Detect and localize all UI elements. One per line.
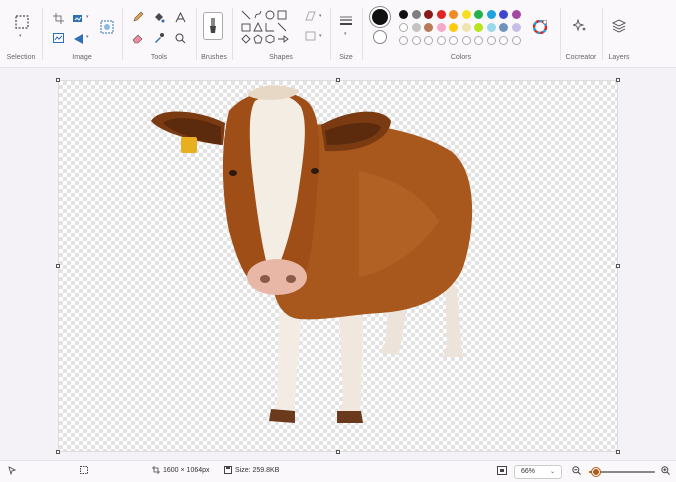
- palette-swatch[interactable]: [511, 10, 521, 19]
- zoom-in-icon[interactable]: [661, 466, 670, 475]
- drawing-canvas[interactable]: [58, 80, 618, 452]
- zoom-slider-thumb[interactable]: [591, 468, 600, 476]
- custom-color-slot[interactable]: [449, 36, 458, 45]
- palette-swatch[interactable]: [424, 10, 433, 19]
- palette-swatch[interactable]: [461, 23, 471, 32]
- brushes-group: Brushes: [197, 0, 231, 68]
- line-size-icon[interactable]: [338, 14, 354, 28]
- zoom-dropdown[interactable]: 66% ⌄: [514, 465, 562, 479]
- cow-image: [151, 85, 473, 423]
- group-label-layers: Layers: [608, 54, 630, 61]
- palette-swatch[interactable]: [411, 23, 421, 32]
- custom-color-slot[interactable]: [461, 36, 471, 45]
- palette-swatch[interactable]: [449, 10, 458, 19]
- zoom-out-icon[interactable]: [572, 466, 581, 475]
- shapes-gallery-icon[interactable]: [241, 10, 297, 44]
- canvas-size-indicator: 1600 × 1064px: [152, 466, 210, 474]
- shapes-group: ▾ ▾ Shapes: [233, 0, 329, 68]
- save-disk-icon: [224, 466, 232, 474]
- status-bar: 1600 × 1064px Size: 259.8KB 66% ⌄: [0, 460, 676, 482]
- custom-color-slot[interactable]: [436, 36, 446, 45]
- custom-color-slot[interactable]: [474, 36, 483, 45]
- edit-colors-icon[interactable]: [532, 19, 548, 35]
- pointer-position-icon: [8, 466, 16, 475]
- palette-swatch[interactable]: [511, 23, 521, 32]
- canvas-size-text: 1600 × 1064px: [163, 466, 210, 474]
- crop-icon[interactable]: [51, 11, 65, 25]
- selection-size-icon: [80, 466, 88, 474]
- palette-swatch[interactable]: [436, 10, 446, 19]
- shape-outline-icon[interactable]: [303, 10, 317, 22]
- eraser-icon[interactable]: [131, 31, 145, 45]
- file-size-text: Size: 259.8KB: [235, 466, 280, 474]
- group-label-size: Size: [339, 54, 353, 61]
- pencil-icon[interactable]: [131, 10, 145, 24]
- chevron-down-icon[interactable]: ▾: [19, 33, 22, 39]
- palette-swatch[interactable]: [449, 23, 458, 32]
- colors-group: Colors: [363, 0, 559, 68]
- group-label-brushes: Brushes: [201, 54, 227, 61]
- group-label-selection: Selection: [6, 54, 36, 61]
- cocreator-sparkle-icon[interactable]: [572, 18, 588, 34]
- group-label-shapes: Shapes: [269, 54, 293, 61]
- secondary-color-swatch[interactable]: [373, 30, 387, 44]
- palette-swatch[interactable]: [474, 10, 483, 19]
- color-picker-icon[interactable]: [152, 31, 166, 45]
- palette-swatch[interactable]: [474, 23, 483, 32]
- group-label-cocreator: Cocreator: [565, 54, 597, 61]
- zoom-value: 66%: [521, 468, 536, 475]
- group-label-tools: Tools: [150, 54, 168, 61]
- resize-icon[interactable]: [71, 11, 85, 25]
- custom-color-slot[interactable]: [424, 36, 433, 45]
- custom-color-slot[interactable]: [399, 36, 408, 45]
- canvas-size-icon: [152, 466, 160, 474]
- layers-icon[interactable]: [611, 18, 627, 34]
- layers-group: Layers: [603, 0, 635, 68]
- custom-color-slot[interactable]: [511, 36, 521, 45]
- canvas-workspace: [0, 68, 676, 460]
- custom-color-slot[interactable]: [411, 36, 421, 45]
- ribbon-toolbar: ▾ Selection ▾ ▾ Image Tools Brushes ▾ ▾ …: [0, 0, 676, 68]
- palette-swatch[interactable]: [411, 10, 421, 19]
- palette-swatch[interactable]: [486, 10, 496, 19]
- file-size-indicator: Size: 259.8KB: [224, 466, 279, 474]
- tools-group: Tools: [123, 0, 195, 68]
- size-group: ▾ Size: [331, 0, 361, 68]
- image-adjust-icon[interactable]: [51, 31, 65, 45]
- rotate-icon[interactable]: [71, 31, 85, 45]
- fill-bucket-icon[interactable]: [152, 10, 166, 24]
- shape-fill-icon[interactable]: [303, 30, 317, 42]
- palette-swatch[interactable]: [499, 23, 508, 32]
- custom-color-slot[interactable]: [486, 36, 496, 45]
- palette-swatch[interactable]: [399, 10, 408, 19]
- selection-group: ▾ Selection: [0, 0, 42, 68]
- palette-swatch[interactable]: [424, 23, 433, 32]
- brush-icon[interactable]: [203, 12, 223, 40]
- palette-swatch[interactable]: [399, 23, 408, 32]
- palette-swatch[interactable]: [461, 10, 471, 19]
- text-icon[interactable]: [173, 10, 187, 24]
- remove-background-icon[interactable]: [99, 19, 115, 35]
- group-label-colors: Colors: [450, 54, 472, 61]
- fit-to-window-icon[interactable]: [497, 466, 507, 475]
- zoom-slider[interactable]: [589, 468, 655, 476]
- palette-swatch[interactable]: [499, 10, 508, 19]
- primary-color-swatch[interactable]: [372, 9, 388, 25]
- image-group: ▾ ▾ Image: [43, 0, 121, 68]
- palette-swatch[interactable]: [436, 23, 446, 32]
- magnifier-icon[interactable]: [173, 31, 187, 45]
- group-label-image: Image: [72, 54, 92, 61]
- rectangle-selection-icon[interactable]: [14, 14, 30, 30]
- cocreator-group: Cocreator: [561, 0, 601, 68]
- chevron-down-icon: ⌄: [549, 469, 555, 475]
- custom-color-slot[interactable]: [499, 36, 508, 45]
- palette-swatch[interactable]: [486, 23, 496, 32]
